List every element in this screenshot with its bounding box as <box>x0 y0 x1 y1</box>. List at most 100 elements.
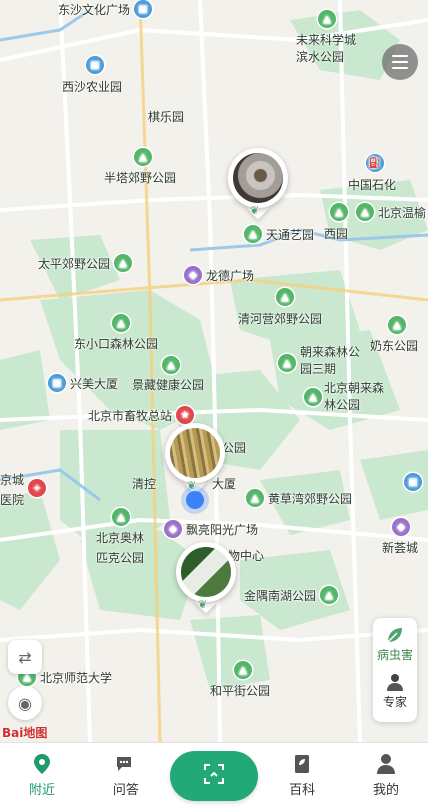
poi-qile-park: 棋乐园 <box>148 110 185 124</box>
poi-sinopec: 中国石化 <box>348 178 397 192</box>
hospital-icon: + <box>28 479 46 497</box>
poi-xisha-agri-park-icon[interactable]: ▣ <box>86 56 104 74</box>
building-icon: ▣ <box>86 56 104 74</box>
poi-future-science-park[interactable]: ▲ <box>318 10 336 28</box>
wheat-photo <box>170 428 220 478</box>
poi-chaolai-forest: 北京朝来森林公园 <box>324 381 385 412</box>
tab-encyclopedia[interactable]: 百科 <box>260 743 344 808</box>
shopping-icon: ◆ <box>184 266 202 284</box>
insect-photo <box>233 153 283 203</box>
poi-park-partial: 公园 <box>222 441 247 455</box>
poi-sinopec-icon[interactable]: ⛽ <box>366 154 384 172</box>
park-icon: ▲ <box>134 148 152 166</box>
fuel-icon: ⛽ <box>366 154 384 172</box>
map-attribution: Bai地图 <box>2 726 48 740</box>
park-icon: ▲ <box>318 10 336 28</box>
scan-icon <box>202 762 226 790</box>
poi-qingheying: 清河营郊野公园 <box>238 312 323 326</box>
poi-chaolai-forest-icon[interactable]: ▲ <box>304 388 322 406</box>
chat-bubble-icon <box>115 753 137 775</box>
park-icon: ▲ <box>388 316 406 334</box>
park-icon: ▲ <box>320 586 339 604</box>
poi-xiyuan: 西园 <box>324 227 349 241</box>
poi-dongxiaokou: 东小口森林公园 <box>74 337 159 351</box>
poi-building-right[interactable]: ▣ <box>404 473 422 491</box>
poi-chaolai-3-icon[interactable]: ▲ <box>278 354 296 372</box>
poi-xingmei[interactable]: ▣ 兴美大厦 <box>48 374 118 392</box>
poi-xiyuan-icon[interactable]: ▲ <box>330 203 348 221</box>
poi-jingcheng-hospital-icon[interactable]: + <box>28 479 46 497</box>
tab-nearby[interactable]: 附近 <box>0 743 84 808</box>
poi-taiping-park[interactable]: 太平郊野公园 ▲ <box>38 254 133 272</box>
shopping-icon: ◆ <box>392 518 410 536</box>
poi-wenyu[interactable]: ▲ 北京温榆 <box>356 203 426 221</box>
bottom-tab-bar: 附近 问答 百科 我的 <box>0 742 428 808</box>
shopping-icon: ◆ <box>164 520 182 538</box>
poi-dongsha-culture-square[interactable]: 东沙文化广场 ▣ <box>58 0 153 18</box>
star-icon: ★ <box>176 406 195 424</box>
locate-button[interactable]: ◉ <box>8 686 42 720</box>
park-icon: ▲ <box>304 388 322 406</box>
pest-photo-pin-leaf[interactable]: ❦ <box>176 542 236 622</box>
poi-xinhuicheng: 新荟城 <box>382 541 419 555</box>
pest-button[interactable]: 病虫害 <box>377 624 413 663</box>
map-view[interactable]: 东沙文化广场 ▣ ▲ 未来科学城滨水公园 ▣ 西沙农业园 棋乐园 ▲ 半塔郊野公… <box>0 0 428 742</box>
leaf-icon: ❦ <box>250 204 260 217</box>
poi-qingkong: 清控 <box>132 477 157 491</box>
tab-mine[interactable]: 我的 <box>344 743 428 808</box>
poi-piaoliang[interactable]: ◆ 飘亮阳光广场 <box>164 520 258 538</box>
leaf-photo <box>181 547 231 597</box>
location-pin-icon <box>31 753 53 775</box>
tab-qa[interactable]: 问答 <box>84 743 168 808</box>
poi-huangcaowan[interactable]: ▲ 黄草湾郊野公园 <box>246 489 352 507</box>
park-icon: ▲ <box>112 314 130 332</box>
swap-layers-button[interactable]: ⇄ <box>8 640 42 674</box>
map-background <box>0 0 428 742</box>
poi-banta-park-icon[interactable]: ▲ <box>134 148 152 166</box>
poi-banta-park: 半塔郊野公园 <box>104 171 177 185</box>
poi-future-science-park-label: 未来科学城滨水公园 <box>296 33 357 64</box>
building-icon: ▣ <box>134 0 153 18</box>
swap-icon: ⇄ <box>18 647 32 667</box>
poi-jingcheng-hospital: 京城医院 <box>0 473 25 507</box>
park-icon: ▲ <box>356 203 374 221</box>
park-icon: ▲ <box>276 288 294 306</box>
menu-button[interactable] <box>382 44 418 80</box>
poi-qingheying-icon[interactable]: ▲ <box>276 288 294 306</box>
poi-xinhuicheng-icon[interactable]: ◆ <box>392 518 410 536</box>
poi-olympic-park-icon[interactable]: ▲ <box>112 508 130 526</box>
poi-chaolai-3: 朝来森林公园三期 <box>300 345 361 376</box>
poi-jingzang: 景藏健康公园 <box>132 378 205 392</box>
poi-jingzang-icon[interactable]: ▲ <box>162 356 180 374</box>
building-icon: ▣ <box>48 374 66 392</box>
poi-heping: 和平街公园 <box>210 684 271 698</box>
expert-button[interactable]: 专家 <box>383 671 407 710</box>
side-panel: 病虫害 专家 <box>373 618 417 722</box>
poi-livestock-station[interactable]: 北京市畜牧总站 ★ <box>88 406 195 424</box>
scan-button[interactable] <box>168 743 260 808</box>
book-icon <box>291 753 313 775</box>
pest-photo-pin-insect[interactable]: ❦ <box>228 148 288 228</box>
leaf-icon: ❦ <box>198 598 208 611</box>
park-icon: ▲ <box>112 508 130 526</box>
expert-icon <box>384 671 406 693</box>
poi-jinyu-nanhu[interactable]: 金隅南湖公园 ▲ <box>244 586 339 604</box>
building-icon: ▣ <box>404 473 422 491</box>
poi-longde-square[interactable]: ◆ 龙德广场 <box>184 266 254 284</box>
poi-naidong-icon[interactable]: ▲ <box>388 316 406 334</box>
park-icon: ▲ <box>234 661 252 679</box>
poi-heping-icon[interactable]: ▲ <box>234 661 252 679</box>
park-icon: ▲ <box>162 356 180 374</box>
poi-dongxiaokou-icon[interactable]: ▲ <box>112 314 130 332</box>
park-icon: ▲ <box>330 203 348 221</box>
current-location-marker <box>186 491 204 509</box>
park-icon: ▲ <box>114 254 133 272</box>
poi-olympic-park: 北京奥林匹克公园 <box>96 531 145 565</box>
target-icon: ◉ <box>18 693 32 713</box>
user-icon <box>375 753 397 775</box>
park-icon: ▲ <box>278 354 296 372</box>
poi-naidong: 奶东公园 <box>370 339 419 353</box>
poi-xisha-agri-park: 西沙农业园 <box>62 80 123 94</box>
park-icon: ▲ <box>246 489 264 507</box>
leaf-icon <box>384 624 406 646</box>
